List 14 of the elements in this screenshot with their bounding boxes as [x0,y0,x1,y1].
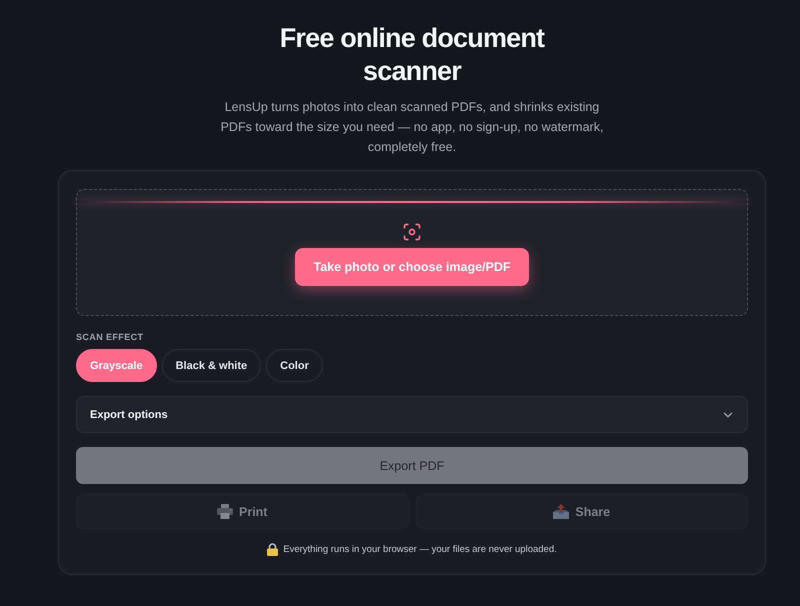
export-options-toggle[interactable]: Export options [76,396,748,433]
upload-button[interactable]: Take photo or choose image/PDF [295,248,529,286]
page-title: Free online document scanner [278,22,546,88]
privacy-note: Everything runs in your browser — your files are never uploaded. [283,544,557,556]
section-label: SCAN EFFECT [76,332,144,343]
effect-option[interactable]: Color [266,349,323,382]
page-subtitle: LensUp turns photos into clean scanned PDFs, and shrinks existing PDFs toward the size you need — no app, no sign-up, no watermark, completely free. [220,99,604,156]
effect-option[interactable]: Black & white [162,349,262,382]
upload-dropzone[interactable]: Take photo or choose image/PDF [76,189,748,316]
padlock-icon [267,543,278,556]
printer-icon [217,504,233,519]
outbox-tray-icon [553,504,570,519]
effect-option[interactable]: Grayscale [76,349,157,382]
viewfinder-icon [402,222,422,242]
